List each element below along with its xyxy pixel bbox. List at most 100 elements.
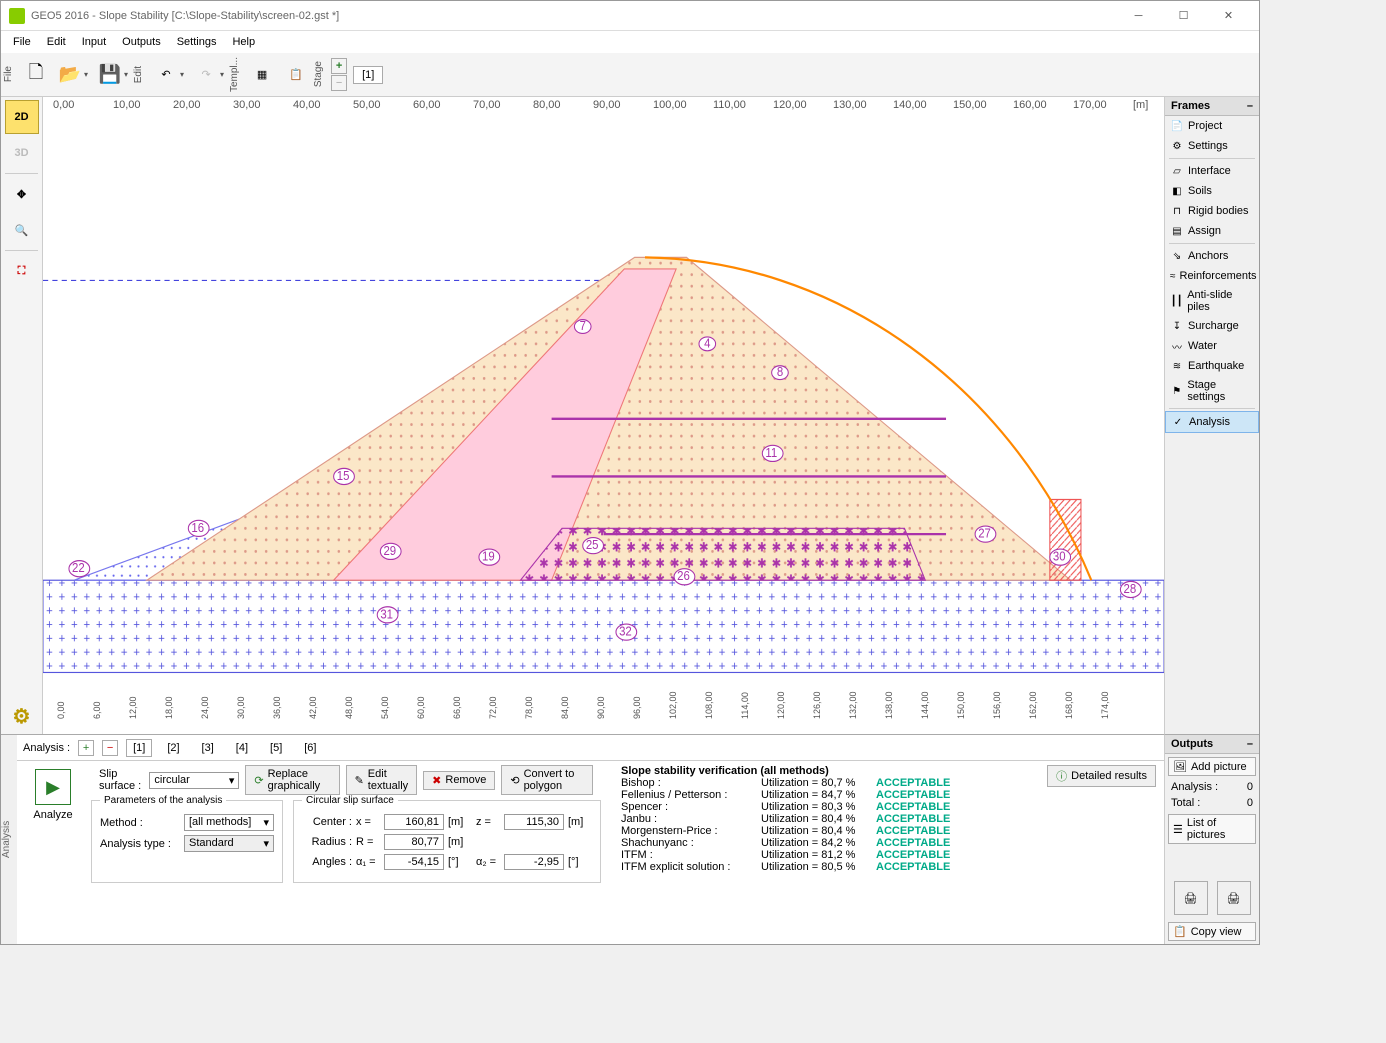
- analysis-tab-1[interactable]: [1]: [126, 739, 152, 757]
- minimize-button[interactable]: ─: [1116, 2, 1161, 30]
- templates-button[interactable]: ▦: [245, 57, 279, 93]
- frame-item-assign[interactable]: ▤Assign: [1165, 221, 1259, 241]
- picture-plus-icon: 🖼: [1173, 760, 1187, 773]
- menu-outputs[interactable]: Outputs: [114, 34, 169, 50]
- print-button-2[interactable]: 🖨: [1217, 881, 1251, 915]
- frame-item-label: Surcharge: [1188, 320, 1239, 332]
- frame-item-label: Project: [1188, 120, 1222, 132]
- analysis-tab-6[interactable]: [6]: [297, 739, 323, 757]
- soils-icon: ◧: [1170, 184, 1184, 198]
- svg-text:22: 22: [72, 561, 85, 576]
- add-stage-button[interactable]: +: [331, 58, 347, 74]
- stage-tab-1[interactable]: [1]: [353, 66, 383, 84]
- save-file-button[interactable]: 💾▾: [93, 57, 133, 93]
- frame-item-interface[interactable]: ▱Interface: [1165, 161, 1259, 181]
- method-select[interactable]: [all methods]▾: [184, 814, 274, 831]
- results-panel: Slope stability verification (all method…: [611, 765, 1037, 940]
- svg-text:15: 15: [337, 468, 350, 483]
- analysis-tab-5[interactable]: [5]: [263, 739, 289, 757]
- redo-button[interactable]: ↷▾: [189, 57, 229, 93]
- frame-item-anchors[interactable]: ⇘Anchors: [1165, 246, 1259, 266]
- zoom-icon: 🔍: [15, 224, 29, 237]
- menu-file[interactable]: File: [5, 34, 39, 50]
- maximize-button[interactable]: ☐: [1161, 2, 1206, 30]
- print-button-1[interactable]: 🖨: [1174, 881, 1208, 915]
- frame-item-anti-slide-piles[interactable]: ┃┃Anti-slide piles: [1165, 286, 1259, 316]
- zoom-button[interactable]: 🔍: [5, 213, 39, 247]
- menu-input[interactable]: Input: [74, 34, 114, 50]
- chevron-down-icon: ▾: [220, 70, 224, 79]
- info-icon: ⓘ: [1056, 768, 1067, 784]
- menu-help[interactable]: Help: [224, 34, 263, 50]
- frame-item-label: Soils: [1188, 185, 1212, 197]
- frame-item-rigid-bodies[interactable]: ⊓ Rigid bodies: [1165, 201, 1259, 221]
- edit-textually-button[interactable]: ✎Edit textually: [346, 765, 418, 795]
- new-file-button[interactable]: 🗋: [19, 57, 53, 93]
- svg-text:27: 27: [978, 526, 991, 541]
- water-icon: 〰: [1170, 339, 1184, 353]
- settings-gear-button[interactable]: ⚙: [5, 699, 39, 733]
- view-2d-button[interactable]: 2D: [5, 100, 39, 134]
- center-x-input[interactable]: [384, 814, 444, 830]
- list-pictures-button[interactable]: ☰List of pictures: [1168, 814, 1256, 844]
- frame-item-water[interactable]: 〰Water: [1165, 336, 1259, 356]
- file-icon: 🗋: [24, 63, 48, 87]
- result-row: ITFM explicit solution :Utilization = 80…: [621, 861, 1037, 873]
- slip-shape-select[interactable]: circular▾: [149, 772, 239, 789]
- save-icon: 💾: [98, 63, 122, 87]
- view-3d-button[interactable]: 3D: [5, 136, 39, 170]
- collapse-icon[interactable]: –: [1247, 738, 1253, 750]
- radius-input[interactable]: [384, 834, 444, 850]
- stage-settings-icon: ⚑: [1170, 384, 1183, 398]
- drawing-canvas[interactable]: + ✱: [43, 119, 1164, 684]
- fit-icon: ⛶: [18, 265, 26, 278]
- remove-analysis-button[interactable]: −: [102, 740, 118, 756]
- project-icon: 📄: [1170, 119, 1184, 133]
- pan-button[interactable]: ✥: [5, 177, 39, 211]
- left-toolbar: 2D 3D ✥ 🔍 ⛶ ⚙: [1, 97, 43, 734]
- frame-item-project[interactable]: 📄 Project: [1165, 116, 1259, 136]
- templates-icon: ▦: [250, 63, 274, 87]
- frame-item-surcharge[interactable]: ↧Surcharge: [1165, 316, 1259, 336]
- analysis-side-label: Analysis: [1, 735, 17, 944]
- detailed-results-button[interactable]: ⓘDetailed results: [1047, 765, 1156, 787]
- circular-slip-fieldset: Circular slip surface Center : x = [m] z…: [293, 795, 601, 883]
- analysis-type-select[interactable]: Standard▾: [184, 835, 274, 852]
- frame-item-earthquake[interactable]: ≋Earthquake: [1165, 356, 1259, 376]
- remove-stage-button[interactable]: −: [331, 75, 347, 91]
- frame-item-label: Rigid bodies: [1188, 205, 1249, 217]
- undo-button[interactable]: ↶▾: [149, 57, 189, 93]
- copy-icon: 📋: [1173, 925, 1187, 938]
- frame-item-label: Analysis: [1189, 416, 1230, 428]
- copy-view-button[interactable]: 📋Copy view: [1168, 922, 1256, 941]
- frame-item-reinforcements[interactable]: ≈Reinforcements: [1165, 266, 1259, 286]
- fit-button[interactable]: ⛶: [5, 254, 39, 288]
- analysis-tab-2[interactable]: [2]: [160, 739, 186, 757]
- documents-button[interactable]: 📋: [279, 57, 313, 93]
- remove-button[interactable]: ✖Remove: [423, 771, 495, 790]
- menu-settings[interactable]: Settings: [169, 34, 225, 50]
- add-analysis-button[interactable]: +: [78, 740, 94, 756]
- frame-item-stage-settings[interactable]: ⚑Stage settings: [1165, 376, 1259, 406]
- analysis-tab-4[interactable]: [4]: [229, 739, 255, 757]
- angle2-input[interactable]: [504, 854, 564, 870]
- collapse-icon[interactable]: –: [1247, 100, 1253, 112]
- rigid-bodies-icon: ⊓: [1170, 204, 1184, 218]
- chevron-down-icon: ▾: [84, 70, 88, 79]
- analysis-tab-3[interactable]: [3]: [195, 739, 221, 757]
- replace-graphically-button[interactable]: ⟳Replace graphically: [245, 765, 339, 795]
- convert-polygon-button[interactable]: ⟲Convert to polygon: [501, 765, 593, 795]
- open-file-button[interactable]: 📂▾: [53, 57, 93, 93]
- angle1-input[interactable]: [384, 854, 444, 870]
- titlebar: GEO5 2016 - Slope Stability [C:\Slope-St…: [1, 1, 1259, 31]
- close-button[interactable]: ✕: [1206, 2, 1251, 30]
- analyze-button[interactable]: ▶: [35, 769, 71, 805]
- menu-edit[interactable]: Edit: [39, 34, 74, 50]
- frame-item-soils[interactable]: ◧ Soils: [1165, 181, 1259, 201]
- frame-item-analysis[interactable]: ✓Analysis: [1165, 411, 1259, 433]
- frame-item-settings[interactable]: ⚙Settings: [1165, 136, 1259, 156]
- add-picture-button[interactable]: 🖼Add picture: [1168, 757, 1256, 776]
- center-z-input[interactable]: [504, 814, 564, 830]
- interface-icon: ▱: [1170, 164, 1184, 178]
- convert-icon: ⟲: [510, 774, 519, 787]
